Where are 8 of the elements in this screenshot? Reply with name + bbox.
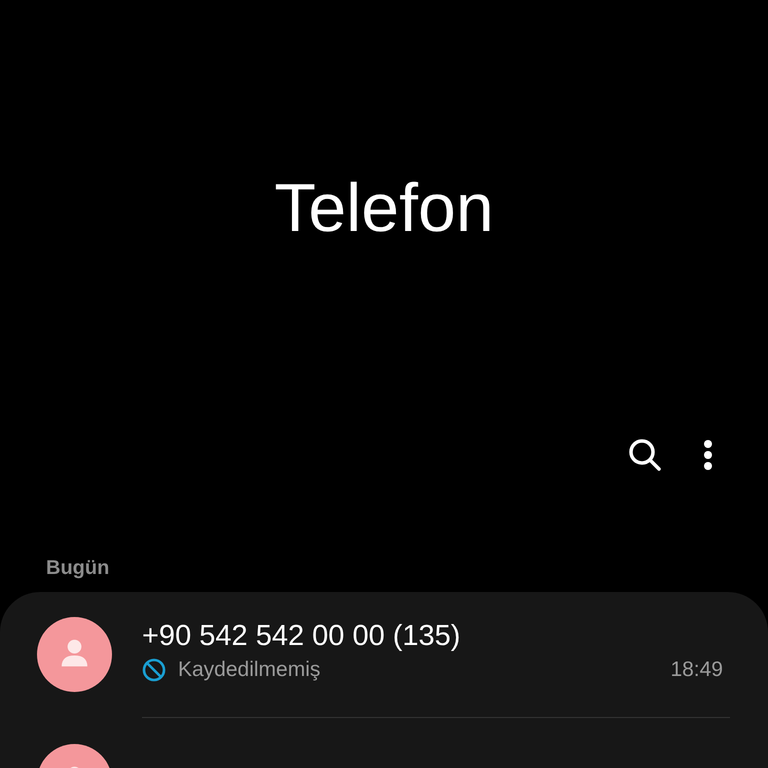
app-title: Telefon [274,169,494,248]
section-header: Bugün [46,556,110,580]
more-options-icon[interactable] [703,439,713,471]
call-status: Kaydedilmemiş [178,658,322,682]
call-time: 18:49 [670,658,723,682]
search-icon[interactable] [627,437,663,473]
avatar-icon[interactable] [37,617,112,692]
phone-number: +90 542 542 00 00 (135) [142,619,462,653]
